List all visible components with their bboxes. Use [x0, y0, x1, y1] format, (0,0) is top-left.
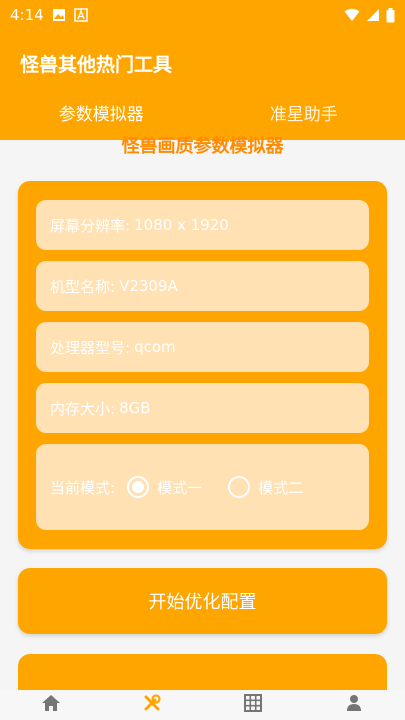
tab-bar: 参数模拟器 准星助手 [0, 94, 405, 130]
home-icon [41, 694, 61, 716]
nav-grid[interactable] [203, 694, 304, 716]
app-bar: 怪兽其他热门工具 参数模拟器 准星助手 [0, 30, 405, 140]
model-label: 机型名称: [50, 277, 116, 296]
processor-field: 处理器型号: qcom [36, 322, 369, 372]
app-title: 怪兽其他热门工具 [20, 54, 173, 76]
wifi-icon [344, 8, 360, 22]
memory-field: 内存大小: 8GB [36, 383, 369, 433]
mode-label: 当前模式: [50, 478, 116, 497]
mode-radio-group: 模式一 模式二 [127, 476, 303, 498]
tools-icon [143, 694, 161, 716]
radio-checked-icon [127, 476, 150, 498]
start-optimize-button[interactable]: 开始优化配置 [18, 568, 387, 634]
processor-label: 处理器型号: [50, 338, 131, 357]
section-title: 怪兽画质参数模拟器 [121, 136, 284, 154]
resolution-label: 屏幕分辨率: [50, 216, 131, 235]
signal-icon [366, 8, 380, 22]
status-time: 4:14 [10, 6, 44, 24]
image-notification-icon [52, 8, 66, 22]
parameter-panel: 屏幕分辨率: 1080 x 1920 机型名称: V2309A 处理器型号: q… [18, 181, 387, 549]
person-icon [345, 694, 363, 716]
radio-unchecked-icon [228, 476, 251, 498]
resolution-value: 1080 x 1920 [134, 216, 229, 234]
nav-home[interactable] [0, 694, 101, 716]
font-notification-icon [73, 8, 88, 22]
tab-parameter-simulator[interactable]: 参数模拟器 [0, 94, 203, 130]
memory-value: 8GB [119, 399, 151, 417]
bottom-nav [0, 690, 405, 720]
model-field: 机型名称: V2309A [36, 261, 369, 311]
mode-two-radio[interactable]: 模式二 [228, 476, 303, 498]
nav-profile[interactable] [304, 694, 405, 716]
mode-field: 当前模式: 模式一 模式二 [36, 444, 369, 530]
processor-value: qcom [134, 338, 176, 356]
mode-two-label: 模式二 [258, 478, 304, 497]
memory-label: 内存大小: [50, 399, 116, 418]
battery-icon [386, 7, 395, 23]
mode-one-radio[interactable]: 模式一 [127, 476, 202, 498]
nav-tools[interactable] [101, 694, 202, 716]
mode-one-label: 模式一 [157, 478, 203, 497]
status-bar: 4:14 [0, 0, 405, 30]
model-value: V2309A [119, 277, 178, 295]
grid-icon [244, 694, 263, 716]
resolution-field: 屏幕分辨率: 1080 x 1920 [36, 200, 369, 250]
tab-crosshair-assistant[interactable]: 准星助手 [203, 94, 405, 130]
